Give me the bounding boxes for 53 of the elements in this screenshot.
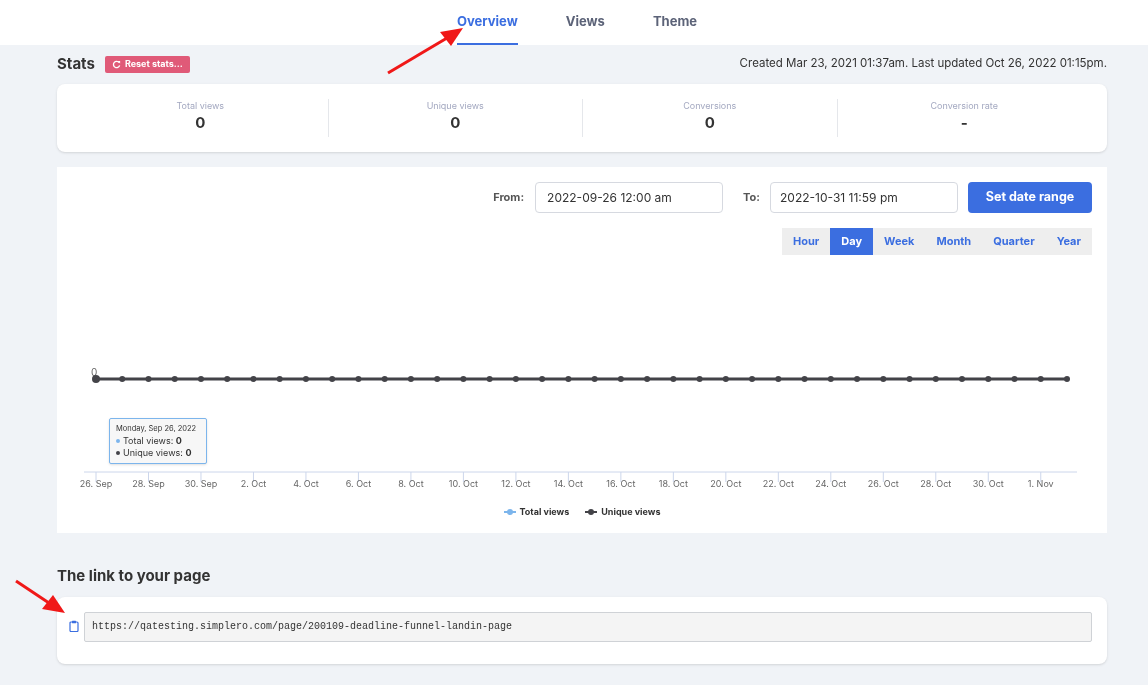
x-tick: 14. Oct xyxy=(553,471,583,489)
period-tab[interactable]: Hour xyxy=(782,228,831,255)
period-tab[interactable]: Day xyxy=(830,228,874,255)
tooltip-row: Unique views: 0 xyxy=(123,447,192,459)
stat-value: 0 xyxy=(450,112,461,133)
stat-value: 0 xyxy=(704,112,715,133)
reset-stats-button[interactable]: Reset stats... xyxy=(104,55,190,73)
nav-tab[interactable]: Views xyxy=(565,0,605,45)
period-tab[interactable]: Week xyxy=(873,228,926,255)
set-date-range-button[interactable]: Set date range xyxy=(968,182,1092,213)
x-tick: 8. Oct xyxy=(398,471,424,489)
page-link-field[interactable]: https://qatesting.simplero.com/page/200109-deadline-funnel-landin-page xyxy=(84,611,1092,642)
y-tick-label: 0 xyxy=(91,366,98,378)
x-tick: 26. Sep xyxy=(79,471,113,489)
x-tick: 30. Oct xyxy=(972,471,1004,489)
x-tick: 1. Nov xyxy=(1027,471,1054,489)
period-tab[interactable]: Year xyxy=(1045,228,1092,255)
refresh-icon xyxy=(111,59,121,69)
legend-item[interactable]: Unique views xyxy=(585,505,661,519)
field-label: To: xyxy=(743,189,760,206)
x-tick: 2. Oct xyxy=(240,471,267,489)
section-title: The link to your page xyxy=(57,565,212,587)
legend-item[interactable]: Total views xyxy=(503,505,570,519)
x-tick: 18. Oct xyxy=(658,471,688,489)
x-tick: 6. Oct xyxy=(345,471,372,489)
annotation-arrow xyxy=(14,579,66,615)
tooltip-row: Total views: 0 xyxy=(123,435,182,447)
stat-value: 0 xyxy=(195,112,206,133)
x-tick: 16. Oct xyxy=(606,471,636,489)
x-tick: 10. Oct xyxy=(448,471,478,489)
x-tick: 4. Oct xyxy=(293,471,319,489)
stat-label: Conversions xyxy=(683,99,737,113)
x-tick: 28. Oct xyxy=(920,471,952,489)
section-title: Stats xyxy=(57,52,95,75)
x-tick: 20. Oct xyxy=(710,471,742,489)
x-tick: 26. Oct xyxy=(867,471,899,489)
x-tick: 22. Oct xyxy=(762,471,794,489)
x-tick: 30. Sep xyxy=(184,471,218,489)
clipboard-icon[interactable] xyxy=(69,619,79,632)
stat-label: Unique views xyxy=(426,99,484,113)
from-date-field[interactable]: 2022-09-26 12:00 am xyxy=(535,182,724,213)
period-tab[interactable]: Month xyxy=(925,228,983,255)
to-date-field[interactable]: 2022-10-31 11:59 pm xyxy=(770,182,958,213)
x-tick: 24. Oct xyxy=(815,471,847,489)
x-tick: 12. Oct xyxy=(501,471,531,489)
period-tab[interactable]: Quarter xyxy=(982,228,1046,255)
x-tick: 28. Sep xyxy=(132,471,165,489)
nav-tab[interactable]: Theme xyxy=(652,0,697,45)
stat-value: - xyxy=(960,112,968,133)
field-label: From: xyxy=(493,189,525,206)
stat-label: Total views xyxy=(176,99,225,113)
timestamps-text: Created Mar 23, 2021 01:37am. Last updated Oct 26, 2022 01:15pm. xyxy=(739,55,1107,73)
stat-label: Conversion rate xyxy=(930,99,998,113)
